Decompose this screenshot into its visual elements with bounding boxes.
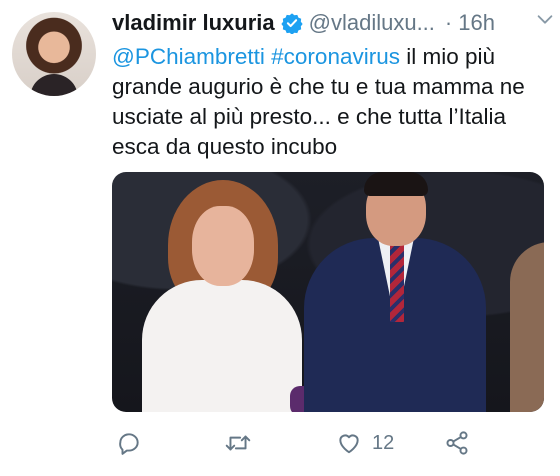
- author-name[interactable]: vladimir luxuria: [112, 10, 275, 36]
- like-button[interactable]: 12: [336, 430, 394, 456]
- photo-person-center-hair: [364, 172, 428, 196]
- photo-person-center-tie: [390, 242, 404, 322]
- verified-badge-icon: [280, 12, 303, 34]
- photo-person-left-face: [192, 206, 254, 286]
- retweet-button[interactable]: [224, 430, 262, 456]
- separator-dot: ·: [444, 10, 453, 35]
- hashtag-link[interactable]: #coronavirus: [271, 44, 400, 69]
- reply-icon: [116, 430, 142, 456]
- tweet-photo[interactable]: [112, 172, 544, 412]
- avatar[interactable]: [12, 12, 96, 96]
- photo-person-left-blouse: [142, 280, 302, 412]
- share-button[interactable]: [444, 430, 470, 456]
- share-icon: [444, 430, 470, 456]
- retweet-icon: [224, 430, 252, 456]
- author-handle[interactable]: @vladiluxu...: [309, 10, 435, 36]
- chevron-down-icon[interactable]: [534, 8, 556, 35]
- reply-button[interactable]: [116, 430, 152, 456]
- like-count: 12: [372, 431, 395, 454]
- tweet[interactable]: vladimir luxuria @vladiluxu... · 16h @PC…: [0, 0, 560, 476]
- tweet-time[interactable]: 16h: [458, 10, 495, 36]
- photo-person-right-edge: [510, 242, 544, 412]
- tweet-actions: 12: [112, 426, 552, 466]
- avatar-shoulders: [30, 74, 78, 96]
- heart-icon: [336, 430, 362, 456]
- mention-link[interactable]: @PChiambretti: [112, 44, 265, 69]
- tweet-text: @PChiambretti #coronavirus il mio più gr…: [112, 42, 552, 162]
- tweet-header: vladimir luxuria @vladiluxu... · 16h: [112, 6, 552, 40]
